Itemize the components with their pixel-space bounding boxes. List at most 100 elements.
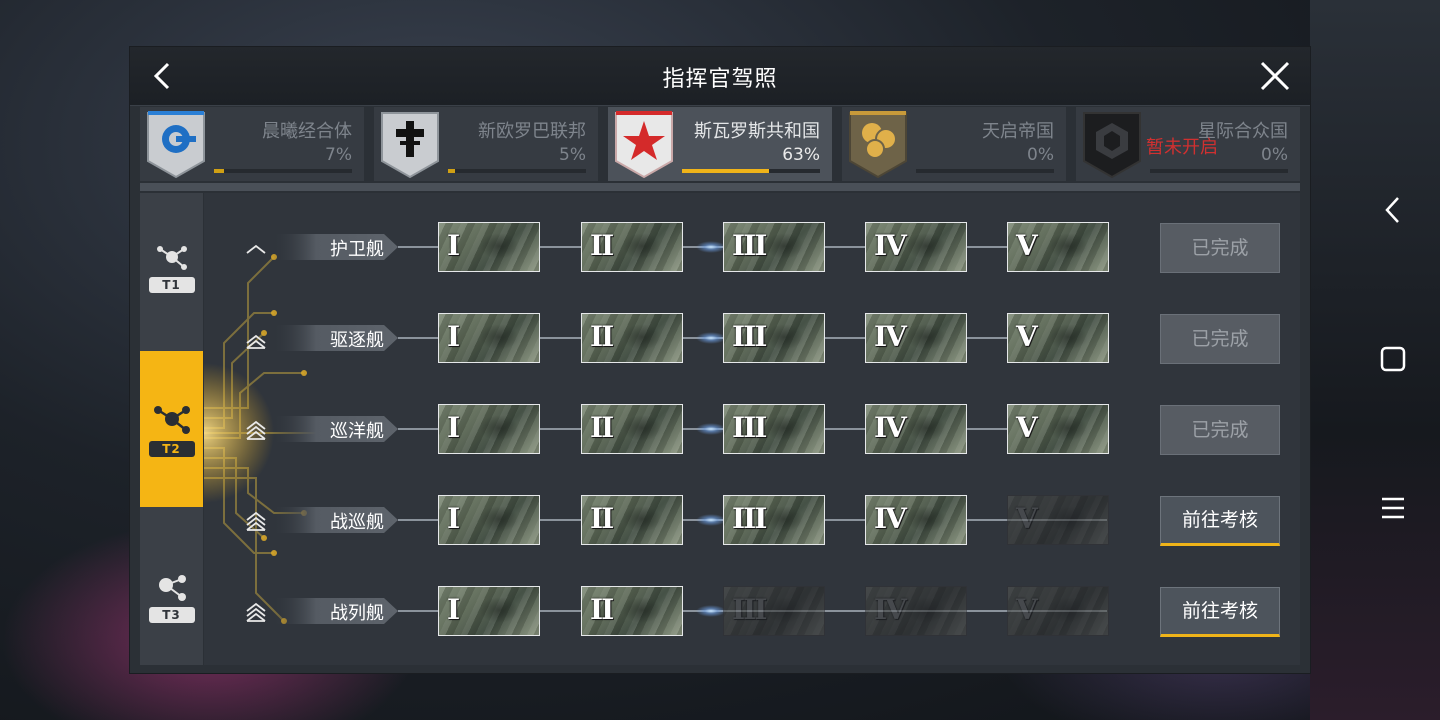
faction-tab-locked[interactable]: 星际合众国 暂未开启 0% <box>1076 107 1300 181</box>
level-numeral: I <box>447 411 460 444</box>
ship-level-card[interactable]: II <box>581 586 683 636</box>
level-numeral: II <box>590 411 614 444</box>
level-numeral: V <box>1016 229 1038 262</box>
completed-status-button: 已完成 <box>1160 223 1280 273</box>
progress-fill <box>214 169 224 173</box>
ship-class-row: 巡洋舰 I II III IV V 已完成 <box>204 399 1300 459</box>
level-numeral: III <box>732 411 767 444</box>
ship-level-card[interactable]: IV <box>865 495 967 545</box>
system-menu-icon[interactable] <box>1373 488 1413 528</box>
level-numeral: I <box>447 593 460 626</box>
level-numeral: III <box>732 502 767 535</box>
level-numeral: I <box>447 229 460 262</box>
level-numeral: IV <box>874 411 907 444</box>
molecule-icon <box>153 406 190 434</box>
ship-class-grid: 护卫舰 I II III IV V 已完成 驱逐舰 I II III IV V 已完成 巡洋舰 I II III I… <box>204 193 1300 665</box>
hex-cube-icon <box>1083 112 1141 179</box>
tier-tab-t2[interactable]: T2 <box>140 351 203 507</box>
level-numeral: V <box>1016 411 1038 444</box>
level-numeral: IV <box>874 229 907 262</box>
tier-tab-t3[interactable]: T3 <box>140 557 203 637</box>
level-numeral: I <box>447 502 460 535</box>
level-numeral: V <box>1016 320 1038 353</box>
ship-level-card[interactable]: I <box>438 586 540 636</box>
ship-level-card[interactable]: I <box>438 495 540 545</box>
faction-percent: 5% <box>559 145 586 165</box>
ship-level-card[interactable]: V <box>1007 313 1109 363</box>
level-numeral: IV <box>874 320 907 353</box>
ship-class-label-plate: 巡洋舰 <box>272 410 398 448</box>
go-to-exam-button[interactable]: 前往考核 <box>1160 496 1280 546</box>
tier-label: T3 <box>148 607 195 623</box>
level-numeral: II <box>590 320 614 353</box>
ship-level-card[interactable]: I <box>438 313 540 363</box>
ship-class-name: 巡洋舰 <box>330 421 384 442</box>
faction-name: 斯瓦罗斯共和国 <box>694 121 820 142</box>
level-numeral: V <box>1016 593 1038 626</box>
ship-level-card[interactable]: IV <box>865 404 967 454</box>
progress-fill <box>448 169 455 173</box>
ship-level-card[interactable]: III <box>723 404 825 454</box>
ship-level-card[interactable]: IV <box>865 222 967 272</box>
ship-class-label-plate: 驱逐舰 <box>272 319 398 357</box>
system-nav-bar <box>1345 0 1440 720</box>
connector-flare <box>696 514 726 526</box>
red-star-icon <box>615 111 673 179</box>
rank-chevron-icon <box>246 244 266 254</box>
ship-level-card[interactable]: II <box>581 495 683 545</box>
tier-label: T1 <box>148 277 195 293</box>
connector-flare <box>696 241 726 253</box>
ship-class-label-plate: 战列舰 <box>272 592 398 630</box>
system-back-icon[interactable] <box>1373 190 1413 230</box>
ship-level-card[interactable]: I <box>438 404 540 454</box>
ship-level-card[interactable]: III <box>723 586 825 636</box>
ship-level-card[interactable]: V <box>1007 586 1109 636</box>
level-numeral: II <box>590 593 614 626</box>
level-numeral: II <box>590 229 614 262</box>
completed-status-button: 已完成 <box>1160 314 1280 364</box>
faction-progress-bar <box>448 169 586 173</box>
ship-level-card[interactable]: II <box>581 313 683 363</box>
tier-sidebar: T1 T2 T3 <box>140 193 203 665</box>
ship-level-card[interactable]: II <box>581 404 683 454</box>
license-panel: 指挥官驾照 晨曦经合体 7% 新欧罗巴联邦 5% 斯瓦罗斯共和国 63% 天启帝… <box>130 47 1310 673</box>
ship-level-card[interactable]: I <box>438 222 540 272</box>
connector-flare <box>696 332 726 344</box>
tabs-divider <box>140 183 1300 191</box>
level-numeral: V <box>1016 502 1038 535</box>
faction-progress-bar <box>1150 169 1288 173</box>
faction-tab[interactable]: 天启帝国 0% <box>842 107 1066 181</box>
level-numeral: IV <box>874 502 907 535</box>
rank-chevron-icon <box>246 334 266 349</box>
orb-cluster-icon <box>849 111 907 179</box>
faction-tab[interactable]: 晨曦经合体 7% <box>140 107 364 181</box>
cross-icon <box>381 112 439 179</box>
faction-tab-active[interactable]: 斯瓦罗斯共和国 63% <box>608 107 832 181</box>
ship-level-card[interactable]: III <box>723 313 825 363</box>
rank-chevron-icon <box>246 511 266 531</box>
ship-class-label-plate: 护卫舰 <box>272 228 398 266</box>
molecule-icon <box>158 575 186 601</box>
ship-level-card[interactable]: IV <box>865 313 967 363</box>
molecule-icon <box>156 246 187 270</box>
go-to-exam-button[interactable]: 前往考核 <box>1160 587 1280 637</box>
ship-level-card[interactable]: V <box>1007 222 1109 272</box>
ship-level-card[interactable]: III <box>723 495 825 545</box>
faction-percent: 7% <box>325 145 352 165</box>
system-home-icon[interactable] <box>1373 339 1413 379</box>
level-numeral: IV <box>874 593 907 626</box>
ship-level-card[interactable]: IV <box>865 586 967 636</box>
ship-level-card[interactable]: V <box>1007 404 1109 454</box>
ship-level-card[interactable]: V <box>1007 495 1109 545</box>
ship-level-card[interactable]: II <box>581 222 683 272</box>
ship-level-card[interactable]: III <box>723 222 825 272</box>
completed-status-button: 已完成 <box>1160 405 1280 455</box>
ship-class-row: 护卫舰 I II III IV V 已完成 <box>204 217 1300 277</box>
close-icon[interactable] <box>1258 59 1292 93</box>
faction-progress-bar <box>916 169 1054 173</box>
tier-tab-t1[interactable]: T1 <box>140 227 203 307</box>
faction-tab[interactable]: 新欧罗巴联邦 5% <box>374 107 598 181</box>
connector-flare <box>696 423 726 435</box>
ship-class-label-plate: 战巡舰 <box>272 501 398 539</box>
level-numeral: I <box>447 320 460 353</box>
